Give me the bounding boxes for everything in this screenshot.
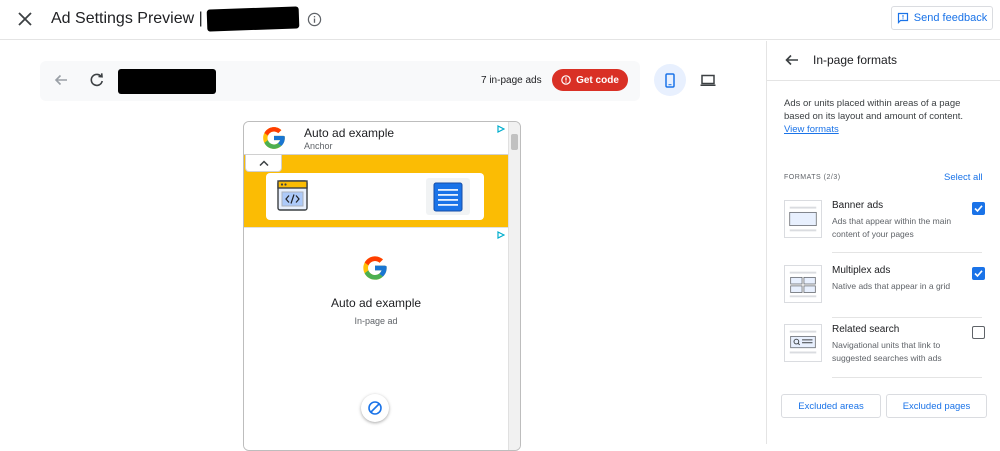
ad-count: 7 in-page ads: [481, 75, 542, 86]
preview-area: 7 in-page ads Get code Auto ad example A…: [0, 41, 766, 451]
send-feedback-button[interactable]: Send feedback: [891, 6, 993, 30]
checkmark-icon: [974, 270, 983, 278]
page-title: Ad Settings Preview |: [51, 10, 203, 27]
adchoices-icon[interactable]: [497, 231, 505, 239]
close-icon: [18, 12, 32, 26]
mobile-icon: [665, 72, 675, 88]
close-button[interactable]: [14, 8, 36, 30]
anchor-ad: Auto ad example Anchor: [244, 122, 508, 155]
get-code-label: Get code: [576, 74, 619, 86]
banner-ads-checkbox[interactable]: [972, 202, 985, 215]
redacted-site-name: [206, 6, 300, 32]
mobile-view-button[interactable]: [654, 64, 686, 96]
format-name: Related search: [832, 324, 900, 335]
in-page-ad-title: Auto ad example: [330, 296, 422, 310]
multiplex-ads-checkbox[interactable]: [972, 267, 985, 280]
formats-count-label: FORMATS (2/3): [784, 174, 841, 181]
format-name: Multiplex ads: [832, 265, 891, 276]
arrow-back-icon[interactable]: [52, 71, 70, 89]
feedback-icon: [897, 12, 908, 24]
divider: [832, 377, 982, 378]
view-formats-link[interactable]: View formats: [784, 123, 984, 136]
panel-title: In-page formats: [813, 53, 898, 67]
format-description: Navigational units that link to suggeste…: [832, 340, 942, 363]
banner-ad: [244, 155, 508, 227]
anchor-ad-title: Auto ad example: [304, 126, 395, 140]
format-row-multiplex: Multiplex ads Native ads that appear in …: [784, 265, 989, 323]
panel-description-text: Ads or units placed within areas of a pa…: [784, 98, 964, 122]
panel-description: Ads or units placed within areas of a pa…: [784, 97, 984, 136]
checkmark-icon: [974, 205, 983, 213]
format-name: Banner ads: [832, 200, 884, 211]
redacted-url: [118, 69, 216, 94]
format-row-related-search: Related search Navigational units that l…: [784, 324, 989, 382]
banner-format-icon: [784, 200, 822, 238]
info-icon[interactable]: [307, 12, 322, 27]
format-row-banner: Banner ads Ads that appear within the ma…: [784, 200, 989, 258]
remove-ad-button[interactable]: [361, 394, 389, 422]
multiplex-format-icon: [784, 265, 822, 303]
document-lines-icon: [426, 178, 470, 215]
google-logo-icon: [363, 256, 387, 280]
mobile-preview-frame: Auto ad example Anchor Auto ad example I…: [243, 121, 521, 451]
desktop-view-button[interactable]: [692, 64, 724, 96]
related-search-format-icon: [784, 324, 822, 362]
browser-toolbar: 7 in-page ads Get code: [40, 61, 640, 101]
excluded-pages-button[interactable]: Excluded pages: [886, 394, 987, 418]
banner-ad-card: [266, 173, 484, 220]
select-all-link[interactable]: Select all: [944, 172, 983, 183]
chevron-up-icon: [258, 160, 269, 166]
get-code-button[interactable]: Get code: [552, 69, 628, 91]
title-area: Ad Settings Preview |: [51, 6, 322, 32]
panel-header: In-page formats: [767, 41, 1000, 81]
desktop-icon: [700, 74, 716, 86]
anchor-ad-subtitle: Anchor: [304, 141, 333, 151]
scrollbar-thumb[interactable]: [511, 134, 518, 150]
error-icon: [561, 75, 571, 85]
collapse-anchor-button[interactable]: [245, 155, 282, 172]
send-feedback-label: Send feedback: [913, 12, 988, 24]
preview-scrollbar[interactable]: [508, 122, 520, 450]
divider: [832, 317, 982, 318]
format-description: Ads that appear within the main content …: [832, 216, 952, 239]
reload-icon[interactable]: [88, 71, 106, 89]
arrow-back-icon[interactable]: [784, 52, 800, 68]
format-description: Native ads that appear in a grid: [832, 281, 951, 291]
in-page-ad: Auto ad example In-page ad: [244, 227, 508, 450]
related-search-checkbox[interactable]: [972, 326, 985, 339]
block-icon: [368, 401, 382, 415]
app-header: Ad Settings Preview | Send feedback: [0, 0, 1000, 40]
google-logo-icon: [263, 127, 285, 149]
divider: [832, 252, 982, 253]
excluded-areas-button[interactable]: Excluded areas: [781, 394, 881, 418]
code-window-icon: [277, 180, 308, 211]
formats-panel: In-page formats Ads or units placed with…: [766, 41, 1000, 444]
adchoices-icon[interactable]: [497, 125, 505, 133]
in-page-ad-subtitle: In-page ad: [354, 316, 398, 326]
